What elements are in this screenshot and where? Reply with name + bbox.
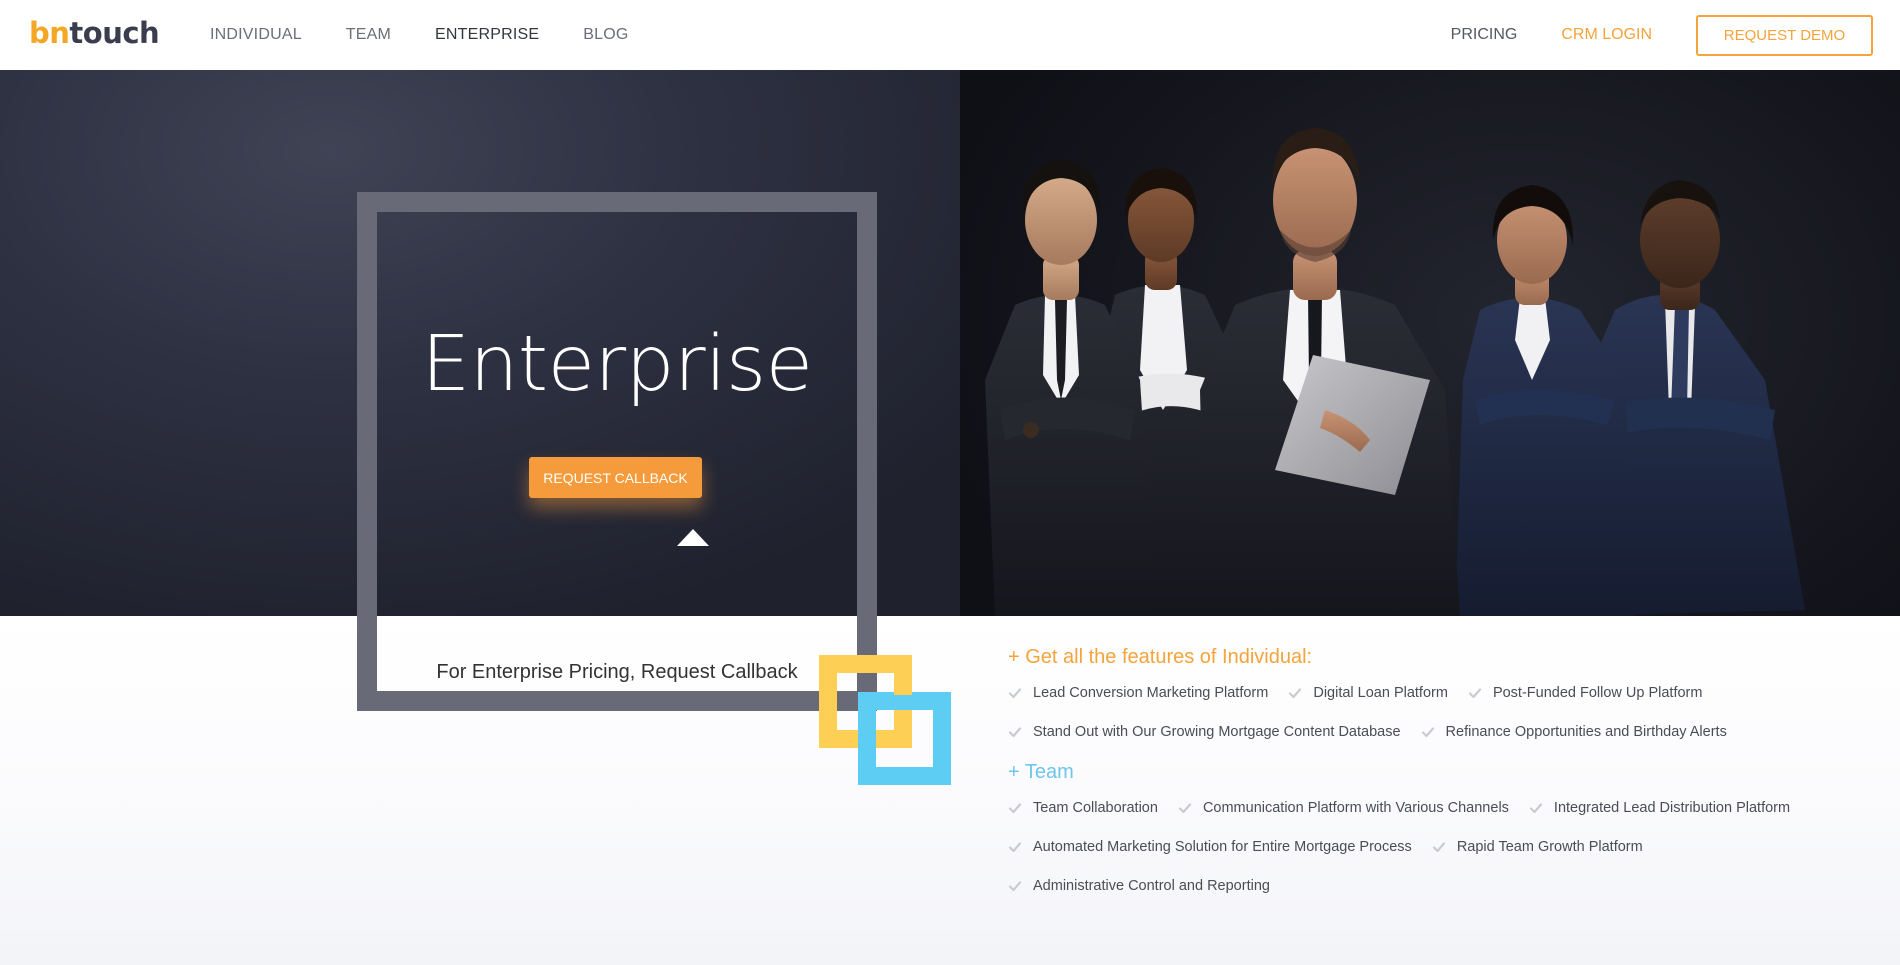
nav-right: PRICING CRM LOGIN REQUEST DEMO: [1451, 0, 1873, 70]
logo-touch: touch: [69, 16, 160, 50]
feature-label: Team Collaboration: [1033, 800, 1158, 816]
team-features-row-1: Team Collaboration Communication Platfor…: [1008, 798, 1888, 818]
page-title: Enterprise: [421, 320, 813, 409]
feature-item: Team Collaboration: [1008, 798, 1158, 818]
pricing-subtitle: For Enterprise Pricing, Request Callback: [436, 661, 798, 683]
request-demo-button[interactable]: REQUEST DEMO: [1696, 14, 1873, 56]
individual-features-heading: + Get all the features of Individual:: [1008, 646, 1313, 668]
pointer-triangle: [677, 529, 709, 546]
main-nav: INDIVIDUAL TEAM ENTERPRISE BLOG: [210, 0, 673, 70]
feature-label: Communication Platform with Various Chan…: [1202, 800, 1509, 816]
individual-features-row-1: Lead Conversion Marketing Platform Digit…: [1008, 683, 1888, 703]
feature-item: Rapid Team Growth Platform: [1432, 837, 1643, 857]
top-navbar: bntouch INDIVIDUAL TEAM ENTERPRISE BLOG …: [0, 0, 1900, 70]
feature-label: Post-Funded Follow Up Platform: [1492, 685, 1703, 701]
team-features-row-3: Administrative Control and Reporting: [1008, 876, 1888, 896]
team-features-heading: + Team: [1008, 761, 1074, 783]
team-features-row-2: Automated Marketing Solution for Entire …: [1008, 837, 1888, 857]
check-icon: [1008, 727, 1022, 738]
nav-pricing[interactable]: PRICING: [1451, 26, 1518, 44]
individual-features-row-2: Stand Out with Our Growing Mortgage Cont…: [1008, 722, 1888, 742]
feature-item: Stand Out with Our Growing Mortgage Cont…: [1008, 722, 1401, 742]
feature-item: Automated Marketing Solution for Entire …: [1008, 837, 1412, 857]
check-icon: [1008, 803, 1022, 814]
feature-label: Rapid Team Growth Platform: [1456, 839, 1643, 855]
feature-label: Lead Conversion Marketing Platform: [1033, 685, 1269, 701]
feature-item: Integrated Lead Distribution Platform: [1529, 798, 1790, 818]
feature-label: Digital Loan Platform: [1313, 685, 1448, 701]
feature-item: Communication Platform with Various Chan…: [1178, 798, 1509, 818]
request-callback-button[interactable]: REQUEST CALLBACK: [529, 457, 702, 498]
feature-item: Digital Loan Platform: [1288, 683, 1448, 703]
hero-section: [0, 70, 1900, 616]
blue-square-decoration: [858, 692, 951, 785]
check-icon: [1178, 803, 1192, 814]
check-icon: [1432, 842, 1445, 853]
check-icon: [1008, 842, 1022, 853]
check-icon: [1289, 688, 1302, 699]
business-team-photo: [985, 128, 1805, 616]
feature-label: Administrative Control and Reporting: [1033, 878, 1270, 894]
nav-individual[interactable]: INDIVIDUAL: [210, 26, 302, 44]
nav-blog[interactable]: BLOG: [583, 26, 628, 44]
check-icon: [1421, 727, 1434, 738]
feature-item: Lead Conversion Marketing Platform: [1008, 683, 1268, 703]
feature-item: Post-Funded Follow Up Platform: [1468, 683, 1703, 703]
crm-login-link[interactable]: CRM LOGIN: [1561, 26, 1652, 44]
check-icon: [1008, 688, 1022, 699]
feature-label: Integrated Lead Distribution Platform: [1553, 800, 1791, 816]
check-icon: [1529, 803, 1543, 814]
nav-team[interactable]: TEAM: [346, 26, 391, 44]
nav-enterprise[interactable]: ENTERPRISE: [435, 26, 539, 44]
features-section: + Get all the features of Individual: Le…: [1008, 646, 1888, 915]
feature-label: Automated Marketing Solution for Entire …: [1033, 839, 1412, 855]
bntouch-logo[interactable]: bntouch: [29, 16, 160, 50]
feature-item: Administrative Control and Reporting: [1008, 876, 1270, 896]
feature-label: Stand Out with Our Growing Mortgage Cont…: [1033, 724, 1401, 740]
check-icon: [1468, 688, 1482, 699]
enterprise-frame: Enterprise REQUEST CALLBACK For Enterpri…: [357, 192, 877, 711]
feature-label: Refinance Opportunities and Birthday Ale…: [1445, 724, 1727, 740]
check-icon: [1008, 881, 1022, 892]
feature-item: Refinance Opportunities and Birthday Ale…: [1421, 722, 1727, 742]
logo-bn: bn: [29, 16, 70, 50]
